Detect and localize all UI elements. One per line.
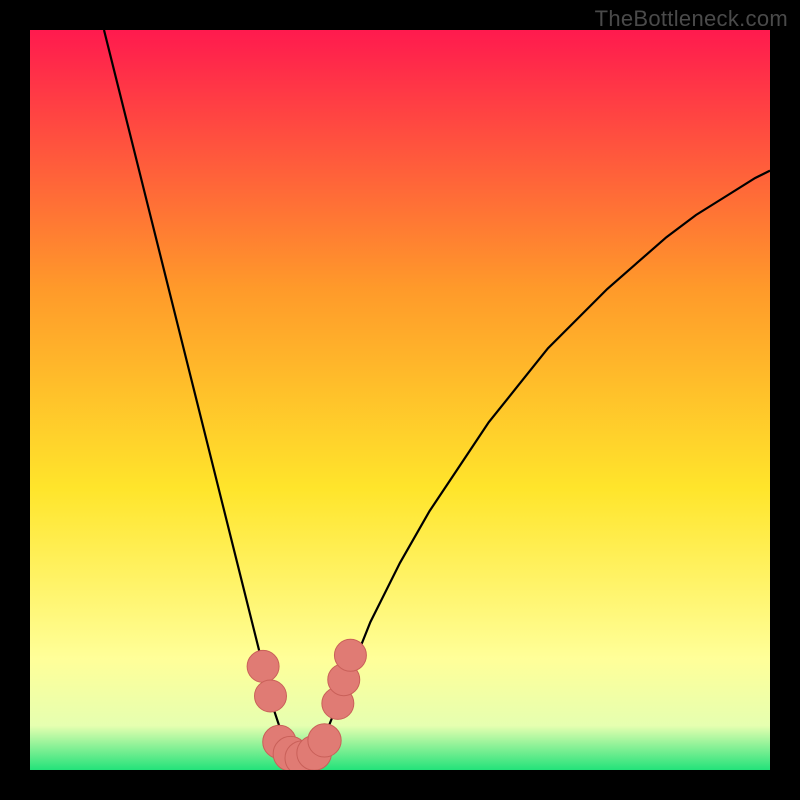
- bottleneck-plot: [30, 30, 770, 770]
- curve-marker: [247, 650, 279, 682]
- chart-container: TheBottleneck.com: [0, 0, 800, 800]
- gradient-background: [30, 30, 770, 770]
- curve-marker: [255, 680, 287, 712]
- curve-marker: [334, 639, 366, 671]
- watermark-text: TheBottleneck.com: [595, 6, 788, 32]
- curve-marker: [308, 724, 341, 757]
